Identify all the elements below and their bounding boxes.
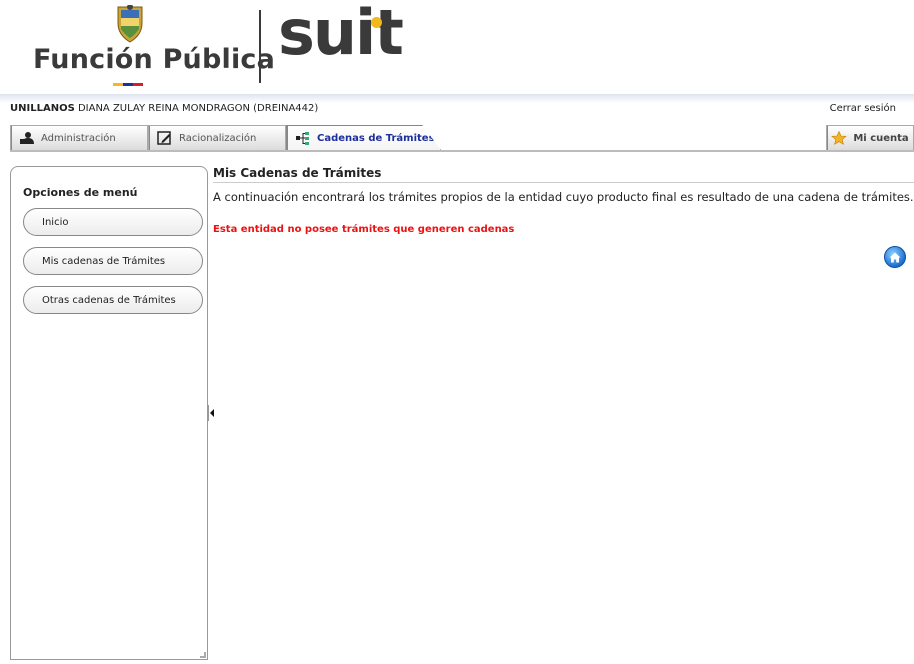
home-icon — [889, 252, 901, 262]
logout-link[interactable]: Cerrar sesión — [830, 103, 896, 114]
coat-of-arms-icon — [117, 5, 143, 43]
tab-racionalizacion[interactable]: Racionalización — [148, 125, 286, 150]
tab-administracion[interactable]: Administración — [10, 125, 148, 150]
suit-logo-text: suit — [278, 0, 404, 69]
tab-label: Racionalización — [179, 132, 257, 144]
alert-message: Esta entidad no posee trámites que gener… — [213, 224, 515, 235]
title-divider — [213, 182, 914, 183]
chain-icon — [296, 132, 309, 145]
entity-name: UNILLANOS — [10, 103, 75, 114]
sidebar-menu: Opciones de menú Inicio Mis cadenas de T… — [10, 166, 208, 660]
sidebar-resize-grip[interactable] — [200, 652, 206, 658]
tab-label: Administración — [41, 132, 116, 144]
home-button[interactable] — [884, 246, 906, 268]
page-title: Mis Cadenas de Trámites — [213, 166, 382, 180]
sidebar-item-inicio[interactable]: Inicio — [23, 208, 203, 236]
funcion-publica-logo-text: Función Pública — [33, 44, 276, 75]
admin-icon — [20, 132, 34, 144]
tab-bar-divider — [10, 150, 914, 152]
tab-label: Mi cuenta — [853, 132, 909, 144]
edit-icon — [157, 131, 171, 145]
tab-mi-cuenta[interactable]: Mi cuenta — [826, 125, 914, 150]
star-icon — [831, 131, 848, 145]
logo-tricolor-underline — [113, 83, 143, 86]
user-info: UNILLANOS DIANA ZULAY REINA MONDRAGON (D… — [10, 103, 318, 114]
sidebar-item-otras-cadenas[interactable]: Otras cadenas de Trámites — [23, 286, 203, 314]
page-description: A continuación encontrará los trámites p… — [213, 190, 914, 204]
suit-logo-dot — [371, 17, 382, 28]
sidebar-collapse-icon[interactable] — [208, 405, 214, 421]
sidebar-title: Opciones de menú — [23, 186, 138, 199]
user-name: DIANA ZULAY REINA MONDRAGON (DREINA442) — [77, 103, 319, 114]
sidebar-item-mis-cadenas[interactable]: Mis cadenas de Trámites — [23, 247, 203, 275]
tab-cadenas-de-tramites[interactable]: Cadenas de Trámites — [286, 125, 441, 150]
tab-label: Cadenas de Trámites — [317, 132, 435, 144]
site-header: Función Pública suit — [0, 0, 914, 94]
logo-divider — [259, 10, 261, 83]
